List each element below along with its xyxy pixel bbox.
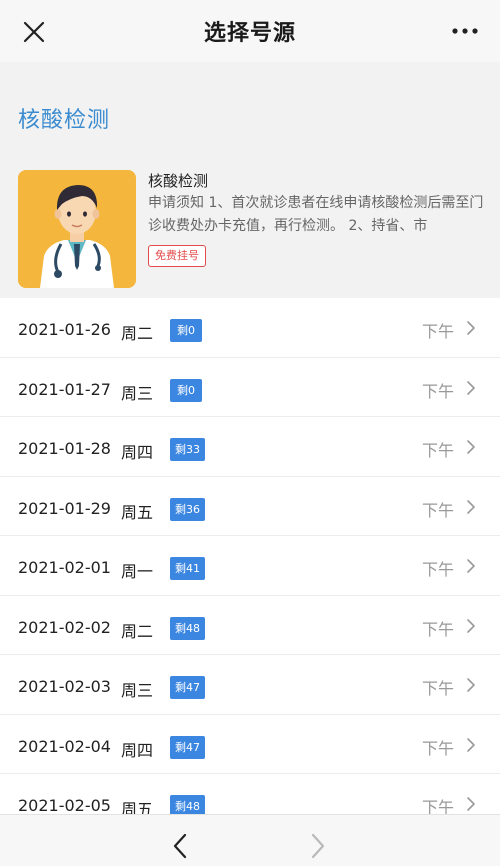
- doctor-avatar: [18, 170, 136, 288]
- schedule-weekday: 周一: [121, 562, 154, 581]
- remaining-badge: 剩0: [170, 319, 202, 342]
- schedule-date: 2021-02-04: [18, 736, 111, 756]
- chevron-right-icon: [467, 678, 475, 692]
- back-icon[interactable]: [172, 833, 188, 859]
- schedule-date: 2021-01-26: [18, 320, 111, 339]
- free-registration-tag: 免费挂号: [148, 245, 206, 267]
- chevron-right-icon: [467, 499, 475, 514]
- bottom-nav-bar: [0, 814, 500, 866]
- navbar: 选择号源: [0, 0, 500, 62]
- schedule-row[interactable]: 2021-01-27 周三 剩0 下午: [0, 357, 500, 417]
- schedule-list: 2021-01-26 周二 剩0 下午 2021-01-27 周三 剩0 下午 2021-01-…: [0, 298, 500, 834]
- schedule-weekday: 周四: [121, 740, 154, 760]
- schedule-period: 下午: [421, 679, 454, 698]
- more-icon[interactable]: [450, 23, 480, 39]
- schedule-weekday: 周二: [121, 621, 154, 641]
- chevron-right-icon: [467, 737, 475, 752]
- schedule-row[interactable]: 2021-01-29 周五 剩36 下午: [0, 476, 500, 536]
- schedule-date: 2021-02-05: [18, 796, 111, 815]
- schedule-period: 下午: [421, 738, 454, 758]
- doctor-avatar-icon: [40, 185, 114, 288]
- remaining-badge: 剩41: [170, 557, 205, 580]
- chevron-right-icon: [467, 321, 475, 335]
- chevron-right-icon: [467, 559, 475, 573]
- schedule-row[interactable]: 2021-02-02 周二 剩48 下午: [0, 595, 500, 655]
- remaining-badge: 剩36: [170, 497, 205, 521]
- department-description: 申请须知 1、首次就诊患者在线申请核酸检测后需至门诊收费处办卡充值，再行检测。 …: [148, 195, 484, 234]
- forward-icon[interactable]: [310, 833, 326, 859]
- schedule-period: 下午: [421, 500, 454, 520]
- chevron-right-icon: [467, 797, 475, 811]
- page-title: 选择号源: [203, 21, 296, 46]
- remaining-badge: 剩0: [170, 378, 202, 402]
- section-title: 核酸检测: [18, 108, 111, 133]
- remaining-badge: 剩47: [170, 735, 205, 759]
- schedule-row[interactable]: 2021-02-03 周三 剩47 下午: [0, 655, 500, 715]
- schedule-date: 2021-01-27: [18, 379, 111, 399]
- schedule-period: 下午: [421, 441, 454, 460]
- department-name: 核酸检测: [148, 172, 209, 190]
- schedule-date: 2021-01-29: [18, 498, 111, 518]
- close-icon[interactable]: [22, 20, 46, 44]
- schedule-date: 2021-02-01: [18, 558, 111, 577]
- schedule-weekday: 周四: [121, 443, 154, 462]
- schedule-weekday: 周五: [121, 502, 154, 522]
- schedule-period: 下午: [421, 322, 454, 341]
- chevron-right-icon: [467, 440, 475, 454]
- schedule-period: 下午: [421, 381, 454, 401]
- schedule-row[interactable]: 2021-01-28 周四 剩33 下午: [0, 417, 500, 477]
- schedule-period: 下午: [421, 619, 454, 639]
- chevron-right-icon: [467, 380, 475, 395]
- chevron-right-icon: [467, 618, 475, 633]
- schedule-date: 2021-01-28: [18, 439, 111, 458]
- schedule-row[interactable]: 2021-02-04 周四 剩47 下午: [0, 714, 500, 774]
- remaining-badge: 剩48: [170, 616, 205, 640]
- schedule-row[interactable]: 2021-02-01 周一 剩41 下午: [0, 536, 500, 596]
- schedule-weekday: 周二: [121, 324, 154, 343]
- remaining-badge: 剩47: [170, 676, 205, 699]
- schedule-date: 2021-02-03: [18, 677, 111, 696]
- schedule-weekday: 周三: [121, 681, 154, 700]
- schedule-period: 下午: [421, 560, 454, 579]
- remaining-badge: 剩33: [170, 438, 205, 461]
- schedule-weekday: 周三: [121, 383, 154, 403]
- page: 选择号源 核酸检测 核酸检测 申请须知 1、首次就诊患者在线申请核酸检测后需至门…: [0, 0, 500, 866]
- schedule-date: 2021-02-02: [18, 617, 111, 637]
- schedule-row[interactable]: 2021-01-26 周二 剩0 下午: [0, 298, 500, 358]
